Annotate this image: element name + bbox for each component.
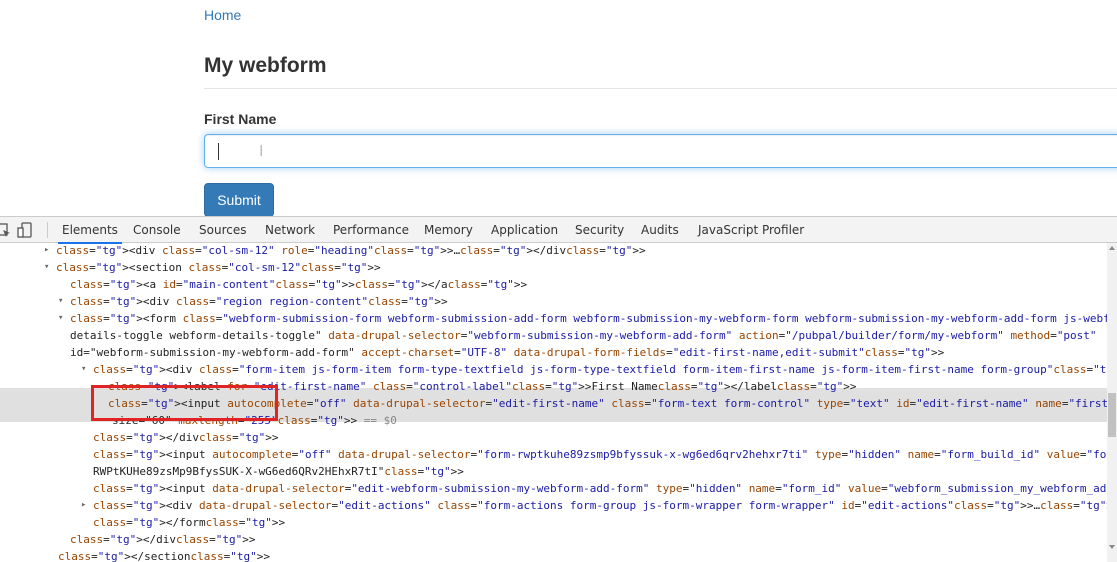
dom-line-text: class="tg"><div class="region region-con… <box>70 295 448 308</box>
first-name-label: First Name <box>204 111 277 127</box>
webpage-viewport: Home My webform First Name I Submit <box>0 0 1117 216</box>
tab-memory[interactable]: Memory <box>424 217 473 243</box>
tab-elements[interactable]: Elements <box>58 217 122 244</box>
page-title: My webform <box>204 54 327 77</box>
tab-performance[interactable]: Performance <box>333 217 409 243</box>
title-divider <box>204 88 1117 89</box>
tab-sources[interactable]: Sources <box>199 217 246 243</box>
tab-javascript-profiler[interactable]: JavaScript Profiler <box>698 217 804 243</box>
expand-triangle-open-icon[interactable]: ▾ <box>58 310 63 327</box>
text-caret <box>218 143 219 160</box>
dom-line-text: id="webform-submission-my-webform-add-fo… <box>70 346 945 359</box>
submit-button[interactable]: Submit <box>204 183 274 216</box>
dom-line-text: class="tg"><div data-drupal-selector="ed… <box>93 499 1107 512</box>
dom-line-text: RWPtKUHe89zsMp9BfysSUK-X-wG6ed6QRv2HEhxR… <box>93 465 464 478</box>
expand-triangle-closed-icon[interactable]: ▸ <box>81 497 86 514</box>
ibeam-cursor-icon: I <box>259 142 264 160</box>
toolbar-separator <box>47 222 48 238</box>
expand-triangle-open-icon[interactable]: ▾ <box>81 361 86 378</box>
tab-audits[interactable]: Audits <box>641 217 679 243</box>
devtools-tabbar: Elements Console Sources Network Perform… <box>0 217 1117 244</box>
device-toolbar-icon[interactable] <box>17 221 35 239</box>
dom-line-text: class="tg"><div class="form-item js-form… <box>93 363 1107 376</box>
dom-line-text: class="tg"><section class="col-sm-12"cla… <box>56 261 381 274</box>
dom-line-text: class="tg"></divclass="tg">> <box>70 533 256 546</box>
inspect-element-icon[interactable] <box>0 221 12 239</box>
dom-line-text: class="tg"></sectionclass="tg">> <box>58 550 270 562</box>
tab-application[interactable]: Application <box>491 217 558 243</box>
scroll-up-icon[interactable] <box>1108 244 1116 252</box>
dom-tree-scrollbar[interactable] <box>1107 243 1117 562</box>
scroll-down-icon[interactable] <box>1108 543 1116 551</box>
breadcrumb-home-link[interactable]: Home <box>204 7 241 23</box>
expand-triangle-open-icon[interactable]: ▾ <box>58 293 63 310</box>
scroll-thumb[interactable] <box>1108 393 1116 437</box>
first-name-input[interactable]: I <box>204 134 1117 168</box>
dom-line-text: class="tg"><input autocomplete="off" dat… <box>93 448 1107 461</box>
dom-line-text: class="tg"><form class="webform-submissi… <box>70 312 1107 325</box>
dom-line-text: class="tg"><a id="main-content"class="tg… <box>70 278 528 291</box>
expand-triangle-closed-icon[interactable]: ▸ <box>44 243 49 259</box>
tab-console[interactable]: Console <box>133 217 181 243</box>
tab-network[interactable]: Network <box>265 217 315 243</box>
dom-line-text: class="tg"><div class="col-sm-12" role="… <box>56 244 646 257</box>
dom-line-text: class="tg"></divclass="tg">> <box>93 431 279 444</box>
dom-line-text: details-toggle webform-details-toggle" d… <box>70 329 1097 342</box>
dom-line-text: class="tg"><input data-drupal-selector="… <box>93 482 1107 495</box>
tab-security[interactable]: Security <box>575 217 624 243</box>
expand-triangle-open-icon[interactable]: ▾ <box>44 259 49 276</box>
annotation-highlight-box <box>91 385 278 421</box>
dom-line-text: class="tg"></formclass="tg">> <box>93 516 286 529</box>
